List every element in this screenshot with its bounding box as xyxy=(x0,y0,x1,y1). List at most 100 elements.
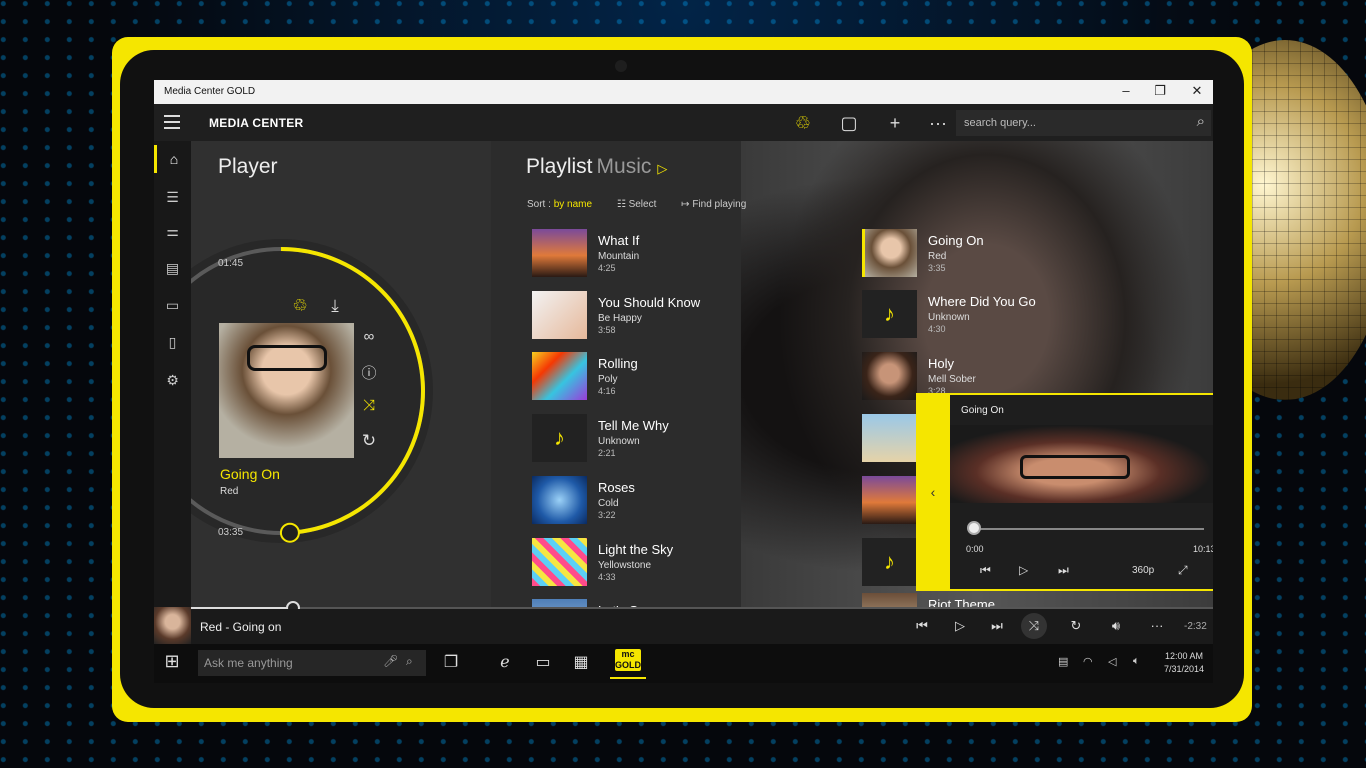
rail-playlist[interactable]: ☰ xyxy=(154,183,191,211)
minimize-icon[interactable]: – xyxy=(1116,83,1136,98)
speaker-icon[interactable]: 🔈︎ xyxy=(1133,655,1140,668)
search-icon[interactable]: ⌕ xyxy=(406,654,413,669)
shuffle-icon[interactable]: ⤨ xyxy=(1021,613,1047,639)
play-icon[interactable]: ▷ xyxy=(949,618,971,634)
hamburger-menu-icon[interactable] xyxy=(164,115,180,129)
video-scrubber-knob[interactable] xyxy=(967,521,981,535)
more-icon[interactable]: ··· xyxy=(927,112,949,134)
cast-icon: ▭ xyxy=(165,297,180,313)
track-title: Rolling xyxy=(598,356,638,372)
track-title: Tell Me Why xyxy=(598,418,669,434)
search-icon[interactable]: ⌕ xyxy=(1197,113,1205,130)
playlist-track[interactable]: Light the Sky Yellowstone 4:33 xyxy=(532,537,852,594)
settings-icon: ⚙ xyxy=(166,372,179,388)
play-arrow-icon[interactable]: ▷ xyxy=(657,161,667,176)
notification-icon[interactable]: ▤ xyxy=(1058,655,1068,668)
rail-home[interactable]: ⌂ xyxy=(154,145,191,173)
track-title: Holy xyxy=(928,356,955,371)
track-thumbnail xyxy=(862,593,917,608)
windows-start-icon[interactable]: ⊞ xyxy=(160,651,184,672)
track-artist: Unknown xyxy=(928,312,970,323)
previous-icon[interactable]: ⏮ xyxy=(911,618,933,634)
task-view-icon[interactable]: ❐ xyxy=(439,652,463,672)
rail-radio[interactable]: ▤ xyxy=(154,254,191,282)
mini-album-art[interactable] xyxy=(154,607,191,644)
select-button[interactable]: Select xyxy=(629,199,657,210)
volume-icon[interactable]: 🔊︎ xyxy=(1105,618,1127,634)
maximize-icon[interactable]: ❐ xyxy=(1150,83,1170,99)
sort-value[interactable]: by name xyxy=(554,199,592,210)
nav-rail: ⌂ ☰ ⚌ ▤ ▭ ▯ ⚙ xyxy=(154,141,191,608)
track-title: Roses xyxy=(598,479,635,495)
rail-cast[interactable]: ▭ xyxy=(154,291,191,319)
track-title: Going On xyxy=(928,233,984,248)
playlist-track[interactable]: You Should Know Be Happy 3:58 xyxy=(532,290,852,347)
download-icon[interactable]: ⤓ xyxy=(325,296,345,316)
collapse-video-button[interactable]: ‹ xyxy=(916,395,950,589)
rail-settings[interactable]: ⚙ xyxy=(154,366,191,394)
playlist-track[interactable]: ♪ Tell Me Why Unknown 2:21 xyxy=(532,414,852,470)
lastfm-icon[interactable]: ∞ xyxy=(359,328,379,345)
playlist-heading: Playlist Music ▷ xyxy=(526,155,667,179)
player-panel: Player 01:45 03:35 ♲ ⤓ ∞ ⓘ ⤨ ↻ Going On … xyxy=(191,141,491,608)
track-title: Light the Sky xyxy=(598,541,674,557)
track-artist: Cold xyxy=(598,497,619,509)
fullscreen-icon[interactable]: ⤢ xyxy=(1178,563,1188,578)
next-icon[interactable]: ⏭ xyxy=(986,618,1008,634)
sort-label: Sort : xyxy=(527,199,551,210)
total-time: 03:35 xyxy=(218,527,244,538)
video-quality[interactable]: 360p xyxy=(1132,565,1154,576)
clock-time: 12:00 AM xyxy=(1165,651,1204,661)
playlist-track[interactable]: Going On Red 3:35 xyxy=(862,229,1182,285)
playlist-category[interactable]: Music xyxy=(597,155,652,178)
store-icon[interactable]: ▦ xyxy=(569,652,593,672)
share-icon[interactable]: ♲ xyxy=(290,296,310,316)
media-center-gold-taskbar-button[interactable]: mc GOLD xyxy=(610,646,646,679)
share-icon[interactable]: ♲ xyxy=(792,112,814,134)
shuffle-icon[interactable]: ⤨ xyxy=(359,397,379,414)
video-player: ‹ Going On 0:00 10:13 ⏮ ▷ ⏭ 360p ⤢ xyxy=(916,393,1213,591)
repeat-icon[interactable]: ↻ xyxy=(1065,618,1087,634)
track-artist: Poly xyxy=(598,374,618,386)
playback-bar: Red - Going on ⏮ ▷ ⏭ ⤨ ↻ 🔊︎ ··· -2:32 xyxy=(154,607,1213,644)
rail-usb[interactable]: ▯ xyxy=(154,328,191,356)
camera-icon xyxy=(615,60,627,72)
progress-ring-knob[interactable] xyxy=(279,522,300,543)
playlist-track[interactable]: ♪ Where Did You Go Unknown 4:30 xyxy=(862,290,1182,346)
edge-browser-icon[interactable]: ℯ xyxy=(493,652,517,672)
sort-bar: Sort : by name ☷ Select ↦ Find playing xyxy=(527,199,746,210)
close-icon[interactable]: ✕ xyxy=(1187,83,1207,99)
playlist-track[interactable]: Riot Theme xyxy=(862,593,1182,608)
video-scrubber[interactable] xyxy=(968,528,1204,530)
playlist-track[interactable]: What If Mountain 4:25 xyxy=(532,229,852,285)
find-playing-button[interactable]: Find playing xyxy=(692,199,746,210)
video-frame[interactable] xyxy=(950,425,1213,503)
wifi-icon[interactable]: ◠ xyxy=(1083,655,1093,668)
video-previous-icon[interactable]: ⏮ xyxy=(980,563,991,578)
track-title: Where Did You Go xyxy=(928,294,1036,309)
file-explorer-icon[interactable]: ▭ xyxy=(531,652,555,672)
rail-equalizer[interactable]: ⚌ xyxy=(154,217,191,245)
track-title: What If xyxy=(598,233,640,248)
track-title: You Should Know xyxy=(598,294,701,310)
playlist-track[interactable]: Rolling Poly 4:16 xyxy=(532,352,852,408)
repeat-icon[interactable]: ↻ xyxy=(359,431,379,451)
system-clock[interactable]: 12:00 AM 7/31/2014 xyxy=(1164,650,1204,676)
track-thumbnail xyxy=(862,476,917,524)
info-icon[interactable]: ⓘ xyxy=(359,362,379,383)
more-icon[interactable]: ··· xyxy=(1146,618,1168,633)
volume-tray-icon[interactable]: ◁ xyxy=(1108,655,1116,668)
microphone-icon[interactable]: 🎤︎ xyxy=(383,654,398,668)
track-artist: Red xyxy=(928,251,947,262)
playlist-track[interactable]: Roses Cold 3:22 xyxy=(532,475,852,532)
cortana-input[interactable] xyxy=(204,654,374,672)
video-next-icon[interactable]: ⏭ xyxy=(1058,563,1069,578)
now-playing-label[interactable]: Red - Going on xyxy=(200,620,281,634)
video-total: 10:13 xyxy=(1193,544,1213,554)
pin-icon[interactable]: ▢ xyxy=(838,112,860,134)
track-thumbnail xyxy=(532,229,587,277)
track-duration: 2:21 xyxy=(598,448,616,459)
add-icon[interactable]: + xyxy=(884,112,906,134)
video-play-icon[interactable]: ▷ xyxy=(1019,563,1028,577)
search-input[interactable] xyxy=(964,114,1174,132)
